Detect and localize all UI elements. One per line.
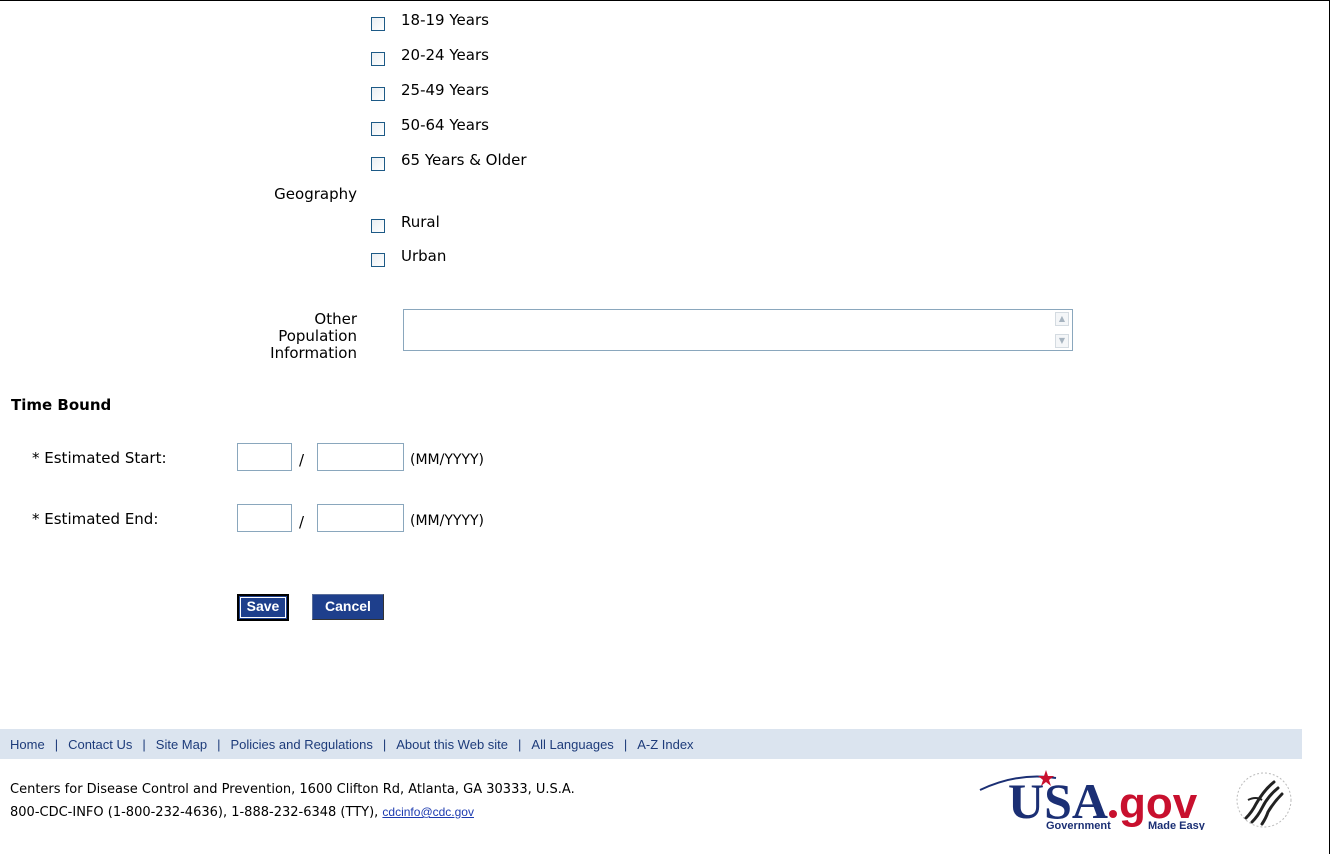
age-20-24-checkbox[interactable] [371, 52, 385, 66]
scroll-down-icon[interactable]: ▼ [1055, 334, 1069, 348]
page-top-border [0, 0, 1330, 1]
hhs-seal-icon[interactable] [1228, 770, 1300, 830]
footer-link-languages[interactable]: All Languages [531, 737, 613, 752]
footer-link-home[interactable]: Home [10, 737, 45, 752]
end-month-input[interactable] [237, 504, 292, 532]
usagov-logo-government: Government [1046, 820, 1111, 830]
age-option-label: 50-64 Years [401, 116, 489, 134]
time-bound-heading: Time Bound [11, 396, 112, 414]
date-separator: / [299, 513, 305, 531]
footer-link-site-map[interactable]: Site Map [156, 737, 207, 752]
textarea-scrollbar[interactable]: ▲ ▼ [1054, 311, 1071, 349]
end-year-input[interactable] [317, 504, 404, 532]
usagov-logo[interactable]: USA gov Government Made Easy [978, 768, 1218, 830]
cancel-button[interactable]: Cancel [312, 594, 384, 620]
footer-separator: | [623, 736, 628, 752]
footer-email-link[interactable]: cdcinfo@cdc.gov [382, 805, 474, 819]
age-25-49-checkbox[interactable] [371, 87, 385, 101]
footer-link-az-index[interactable]: A-Z Index [637, 737, 693, 752]
usagov-logo-made-easy: Made Easy [1148, 820, 1206, 830]
age-option-label: 25-49 Years [401, 81, 489, 99]
footer-nav: Home | Contact Us | Site Map | Policies … [0, 729, 1302, 759]
date-format-hint: (MM/YYYY) [410, 513, 485, 529]
footer-phone: 800-CDC-INFO (1-800-232-4636), 1-888-232… [10, 805, 379, 820]
start-year-input[interactable] [317, 443, 404, 471]
footer-separator: | [518, 736, 522, 752]
urban-checkbox[interactable] [371, 253, 385, 267]
other-population-label: Other Population Information [200, 311, 357, 362]
estimated-start-label: * Estimated Start: [32, 449, 167, 467]
age-18-19-checkbox[interactable] [371, 17, 385, 31]
estimated-end-label: * Estimated End: [32, 510, 159, 528]
age-option-label: 65 Years & Older [401, 151, 527, 169]
start-month-input[interactable] [237, 443, 292, 471]
age-option-label: 18-19 Years [401, 11, 489, 29]
footer-address: Centers for Disease Control and Preventi… [10, 782, 575, 797]
geography-label: Geography [274, 185, 357, 203]
footer-link-policies[interactable]: Policies and Regulations [230, 737, 372, 752]
age-50-64-checkbox[interactable] [371, 122, 385, 136]
footer-link-about[interactable]: About this Web site [396, 737, 508, 752]
date-format-hint: (MM/YYYY) [410, 452, 485, 468]
scroll-up-icon[interactable]: ▲ [1055, 312, 1069, 326]
footer-separator: | [217, 736, 221, 752]
geography-option-label: Urban [401, 247, 447, 265]
save-button[interactable]: Save [237, 594, 289, 621]
age-option-label: 20-24 Years [401, 46, 489, 64]
other-population-textarea[interactable]: ▲ ▼ [403, 309, 1073, 351]
footer-separator: | [54, 736, 59, 752]
age-65-older-checkbox[interactable] [371, 157, 385, 171]
footer-separator: | [382, 736, 387, 752]
geography-option-label: Rural [401, 213, 440, 231]
footer-contact-line: 800-CDC-INFO (1-800-232-4636), 1-888-232… [10, 805, 474, 820]
rural-checkbox[interactable] [371, 219, 385, 233]
date-separator: / [299, 451, 305, 469]
footer-separator: | [142, 736, 146, 752]
label-line: Other [314, 310, 357, 328]
label-line: Information [270, 344, 357, 362]
label-line: Population [278, 327, 357, 345]
footer-link-contact-us[interactable]: Contact Us [68, 737, 132, 752]
